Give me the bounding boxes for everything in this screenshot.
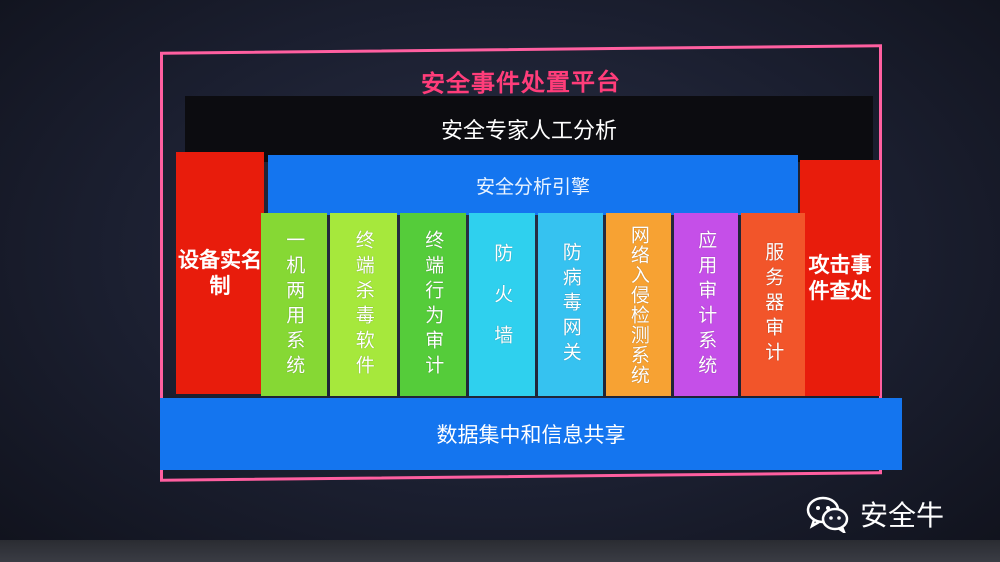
watermark: 安全牛 (806, 494, 944, 534)
column-5: 网络入侵检测系统 (606, 213, 671, 396)
column-3: 防火墙 (469, 213, 535, 396)
column-label: 终端行为审计 (422, 229, 445, 380)
expert-analysis-layer: 安全专家人工分析 (185, 96, 873, 162)
right-pillar: 攻击事件查处 (800, 160, 880, 396)
left-pillar: 设备实名制 (176, 152, 264, 394)
column-7: 服务器审计 (741, 213, 805, 396)
column-2: 终端行为审计 (400, 213, 466, 396)
column-label: 一机两用系统 (283, 229, 306, 380)
watermark-text: 安全牛 (860, 499, 945, 532)
left-pillar-label: 设备实名制 (178, 247, 262, 298)
column-label: 防病毒网关 (559, 242, 582, 367)
column-1: 终端杀毒软件 (330, 213, 397, 396)
column-label: 防火墙 (491, 243, 514, 366)
column-label: 网络入侵检测系统 (627, 224, 650, 385)
column-label: 应用审计系统 (695, 229, 718, 380)
column-label: 服务器审计 (762, 242, 785, 367)
column-6: 应用审计系统 (674, 213, 738, 396)
analysis-engine-layer: 安全分析引擎 (268, 155, 798, 215)
column-0: 一机两用系统 (261, 213, 327, 396)
column-4: 防病毒网关 (538, 213, 603, 396)
data-sharing-layer: 数据集中和信息共享 (160, 398, 902, 470)
right-pillar-label: 攻击事件查处 (808, 252, 872, 303)
column-label: 终端杀毒软件 (352, 229, 375, 380)
stage-floor (0, 540, 1000, 562)
wechat-icon (806, 496, 849, 533)
